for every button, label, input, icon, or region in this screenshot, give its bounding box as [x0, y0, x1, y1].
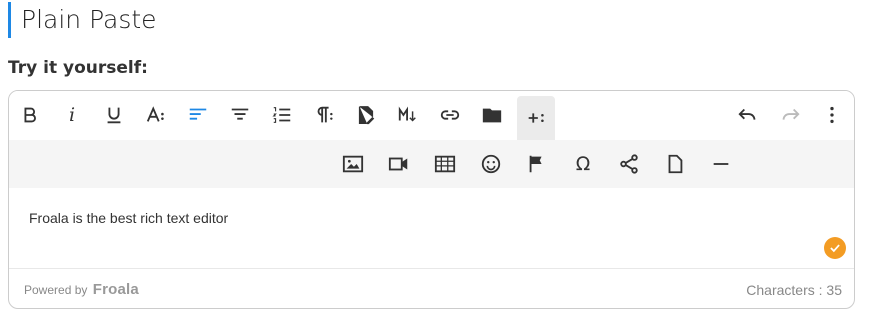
editor-footer: Powered by Froala Characters : 35 — [9, 268, 854, 308]
table-icon — [434, 155, 456, 173]
insert-video-button[interactable] — [380, 145, 418, 183]
ordered-list-icon — [272, 107, 291, 123]
more-misc-button[interactable] — [813, 96, 851, 134]
more-vertical-icon — [830, 106, 834, 124]
markdown-icon — [398, 106, 416, 122]
link-icon — [440, 110, 460, 120]
share-button[interactable] — [610, 145, 648, 183]
align-center-button[interactable] — [221, 96, 259, 134]
editor-content[interactable]: Froala is the best rich text editor — [9, 188, 854, 268]
plus-more-icon — [528, 113, 544, 123]
flag-button[interactable] — [518, 145, 556, 183]
insert-table-button[interactable] — [426, 145, 464, 183]
insert-link-button[interactable] — [431, 96, 469, 134]
check-circle-icon — [824, 237, 846, 259]
bold-button[interactable] — [11, 96, 49, 134]
insert-file-button[interactable] — [656, 145, 694, 183]
flag-icon — [529, 155, 542, 173]
paragraph-format-button[interactable] — [305, 96, 343, 134]
froala-logo: Froala — [92, 281, 139, 298]
redo-button[interactable] — [771, 96, 809, 134]
folder-icon — [482, 108, 502, 123]
horizontal-line-icon — [713, 163, 729, 165]
undo-icon — [738, 108, 756, 120]
powered-by[interactable]: Powered by Froala — [24, 281, 139, 298]
markdown-button[interactable] — [389, 96, 427, 134]
italic-button[interactable]: i — [53, 96, 91, 134]
insert-document-button[interactable] — [347, 96, 385, 134]
file-icon — [668, 154, 683, 174]
smiley-icon — [481, 154, 501, 174]
redo-icon — [782, 108, 800, 120]
special-characters-button[interactable]: Ω — [564, 145, 602, 183]
toolbar-more-rich: Ω — [9, 140, 854, 188]
toolbar-main: i — [9, 91, 854, 140]
page-title: Plain Paste — [8, 2, 157, 38]
more-rich-button[interactable] — [517, 96, 555, 140]
share-icon — [620, 154, 638, 174]
align-left-button[interactable] — [179, 96, 217, 134]
document-edit-icon — [358, 106, 375, 125]
image-icon — [342, 155, 364, 173]
horizontal-line-button[interactable] — [702, 145, 740, 183]
character-count: Characters : 35 — [746, 282, 842, 298]
file-manager-button[interactable] — [473, 96, 511, 134]
editor-text[interactable]: Froala is the best rich text editor — [29, 210, 228, 226]
ordered-list-button[interactable] — [263, 96, 301, 134]
section-subtitle: Try it yourself: — [8, 58, 148, 78]
emoticons-button[interactable] — [472, 145, 510, 183]
font-size-icon — [146, 106, 164, 122]
font-size-button[interactable] — [137, 96, 175, 134]
powered-by-label: Powered by — [24, 283, 88, 297]
video-icon — [388, 157, 408, 171]
italic-icon: i — [68, 103, 76, 126]
align-left-icon — [189, 108, 207, 120]
omega-icon: Ω — [575, 152, 591, 175]
rich-text-editor: i Ω Froala is the best rich text editor … — [8, 90, 855, 309]
paragraph-icon — [317, 106, 333, 123]
underline-button[interactable] — [95, 96, 133, 134]
align-center-icon — [231, 108, 249, 120]
underline-icon — [107, 107, 121, 124]
bold-icon — [24, 107, 36, 123]
insert-image-button[interactable] — [334, 145, 372, 183]
undo-button[interactable] — [729, 96, 767, 134]
